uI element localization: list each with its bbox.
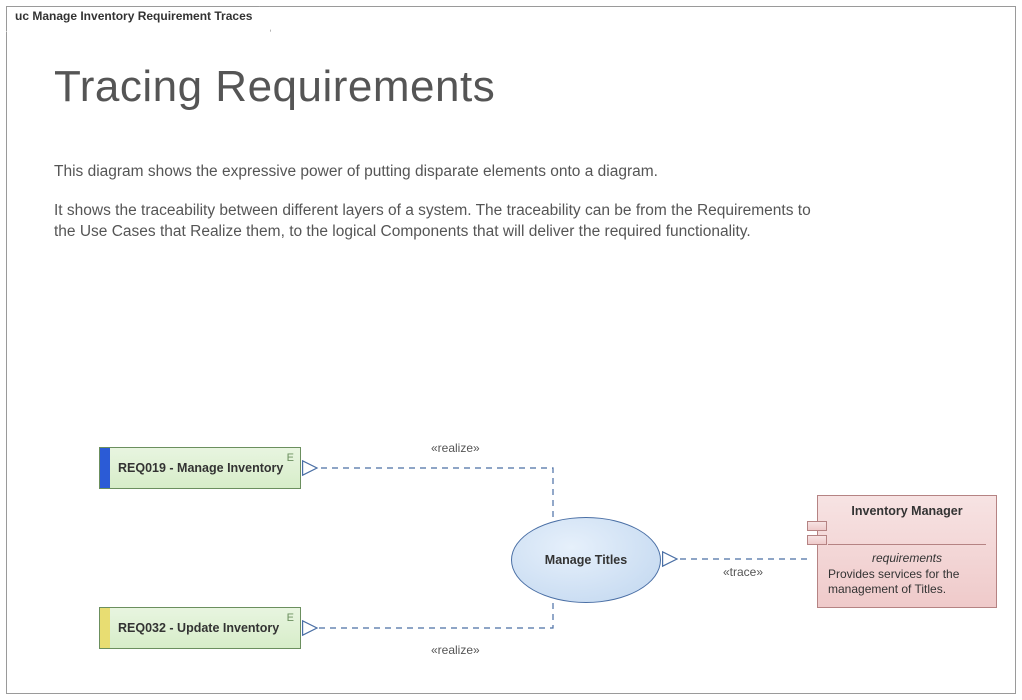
- diagram-title: Tracing Requirements: [54, 62, 495, 112]
- requirement-label: REQ032 - Update Inventory: [118, 621, 279, 635]
- requirement-req019[interactable]: REQ019 - Manage Inventory E: [99, 447, 301, 489]
- component-inventory-manager[interactable]: Inventory Manager requirements Provides …: [817, 495, 997, 608]
- component-port-icon: [807, 521, 827, 531]
- connector-realize-1: [317, 468, 553, 517]
- connector-realize-2: [317, 603, 553, 628]
- requirement-corner-marker: E: [287, 452, 294, 464]
- usecase-manage-titles[interactable]: Manage Titles: [511, 517, 661, 603]
- requirement-corner-marker: E: [287, 612, 294, 624]
- requirement-req032[interactable]: REQ032 - Update Inventory E: [99, 607, 301, 649]
- component-name: Inventory Manager: [828, 504, 986, 518]
- requirement-label: REQ019 - Manage Inventory: [118, 461, 283, 475]
- usecase-label: Manage Titles: [545, 553, 627, 567]
- frame-tab: uc Manage Inventory Requirement Traces: [6, 6, 271, 32]
- requirement-stripe: [100, 608, 110, 648]
- requirement-stripe: [100, 448, 110, 488]
- connector-label-realize-2: «realize»: [431, 643, 480, 657]
- component-section-label: requirements: [828, 551, 986, 565]
- component-body: Provides services for the management of …: [828, 567, 986, 597]
- component-divider: [828, 544, 986, 545]
- description-paragraph-1: This diagram shows the expressive power …: [54, 162, 814, 183]
- diagram-description: This diagram shows the expressive power …: [54, 162, 814, 261]
- diagram-frame: uc Manage Inventory Requirement Traces T…: [6, 6, 1016, 694]
- connector-label-realize-1: «realize»: [431, 441, 480, 455]
- connector-label-trace: «trace»: [723, 565, 763, 579]
- description-paragraph-2: It shows the traceability between differ…: [54, 201, 814, 243]
- component-port-icon: [807, 535, 827, 545]
